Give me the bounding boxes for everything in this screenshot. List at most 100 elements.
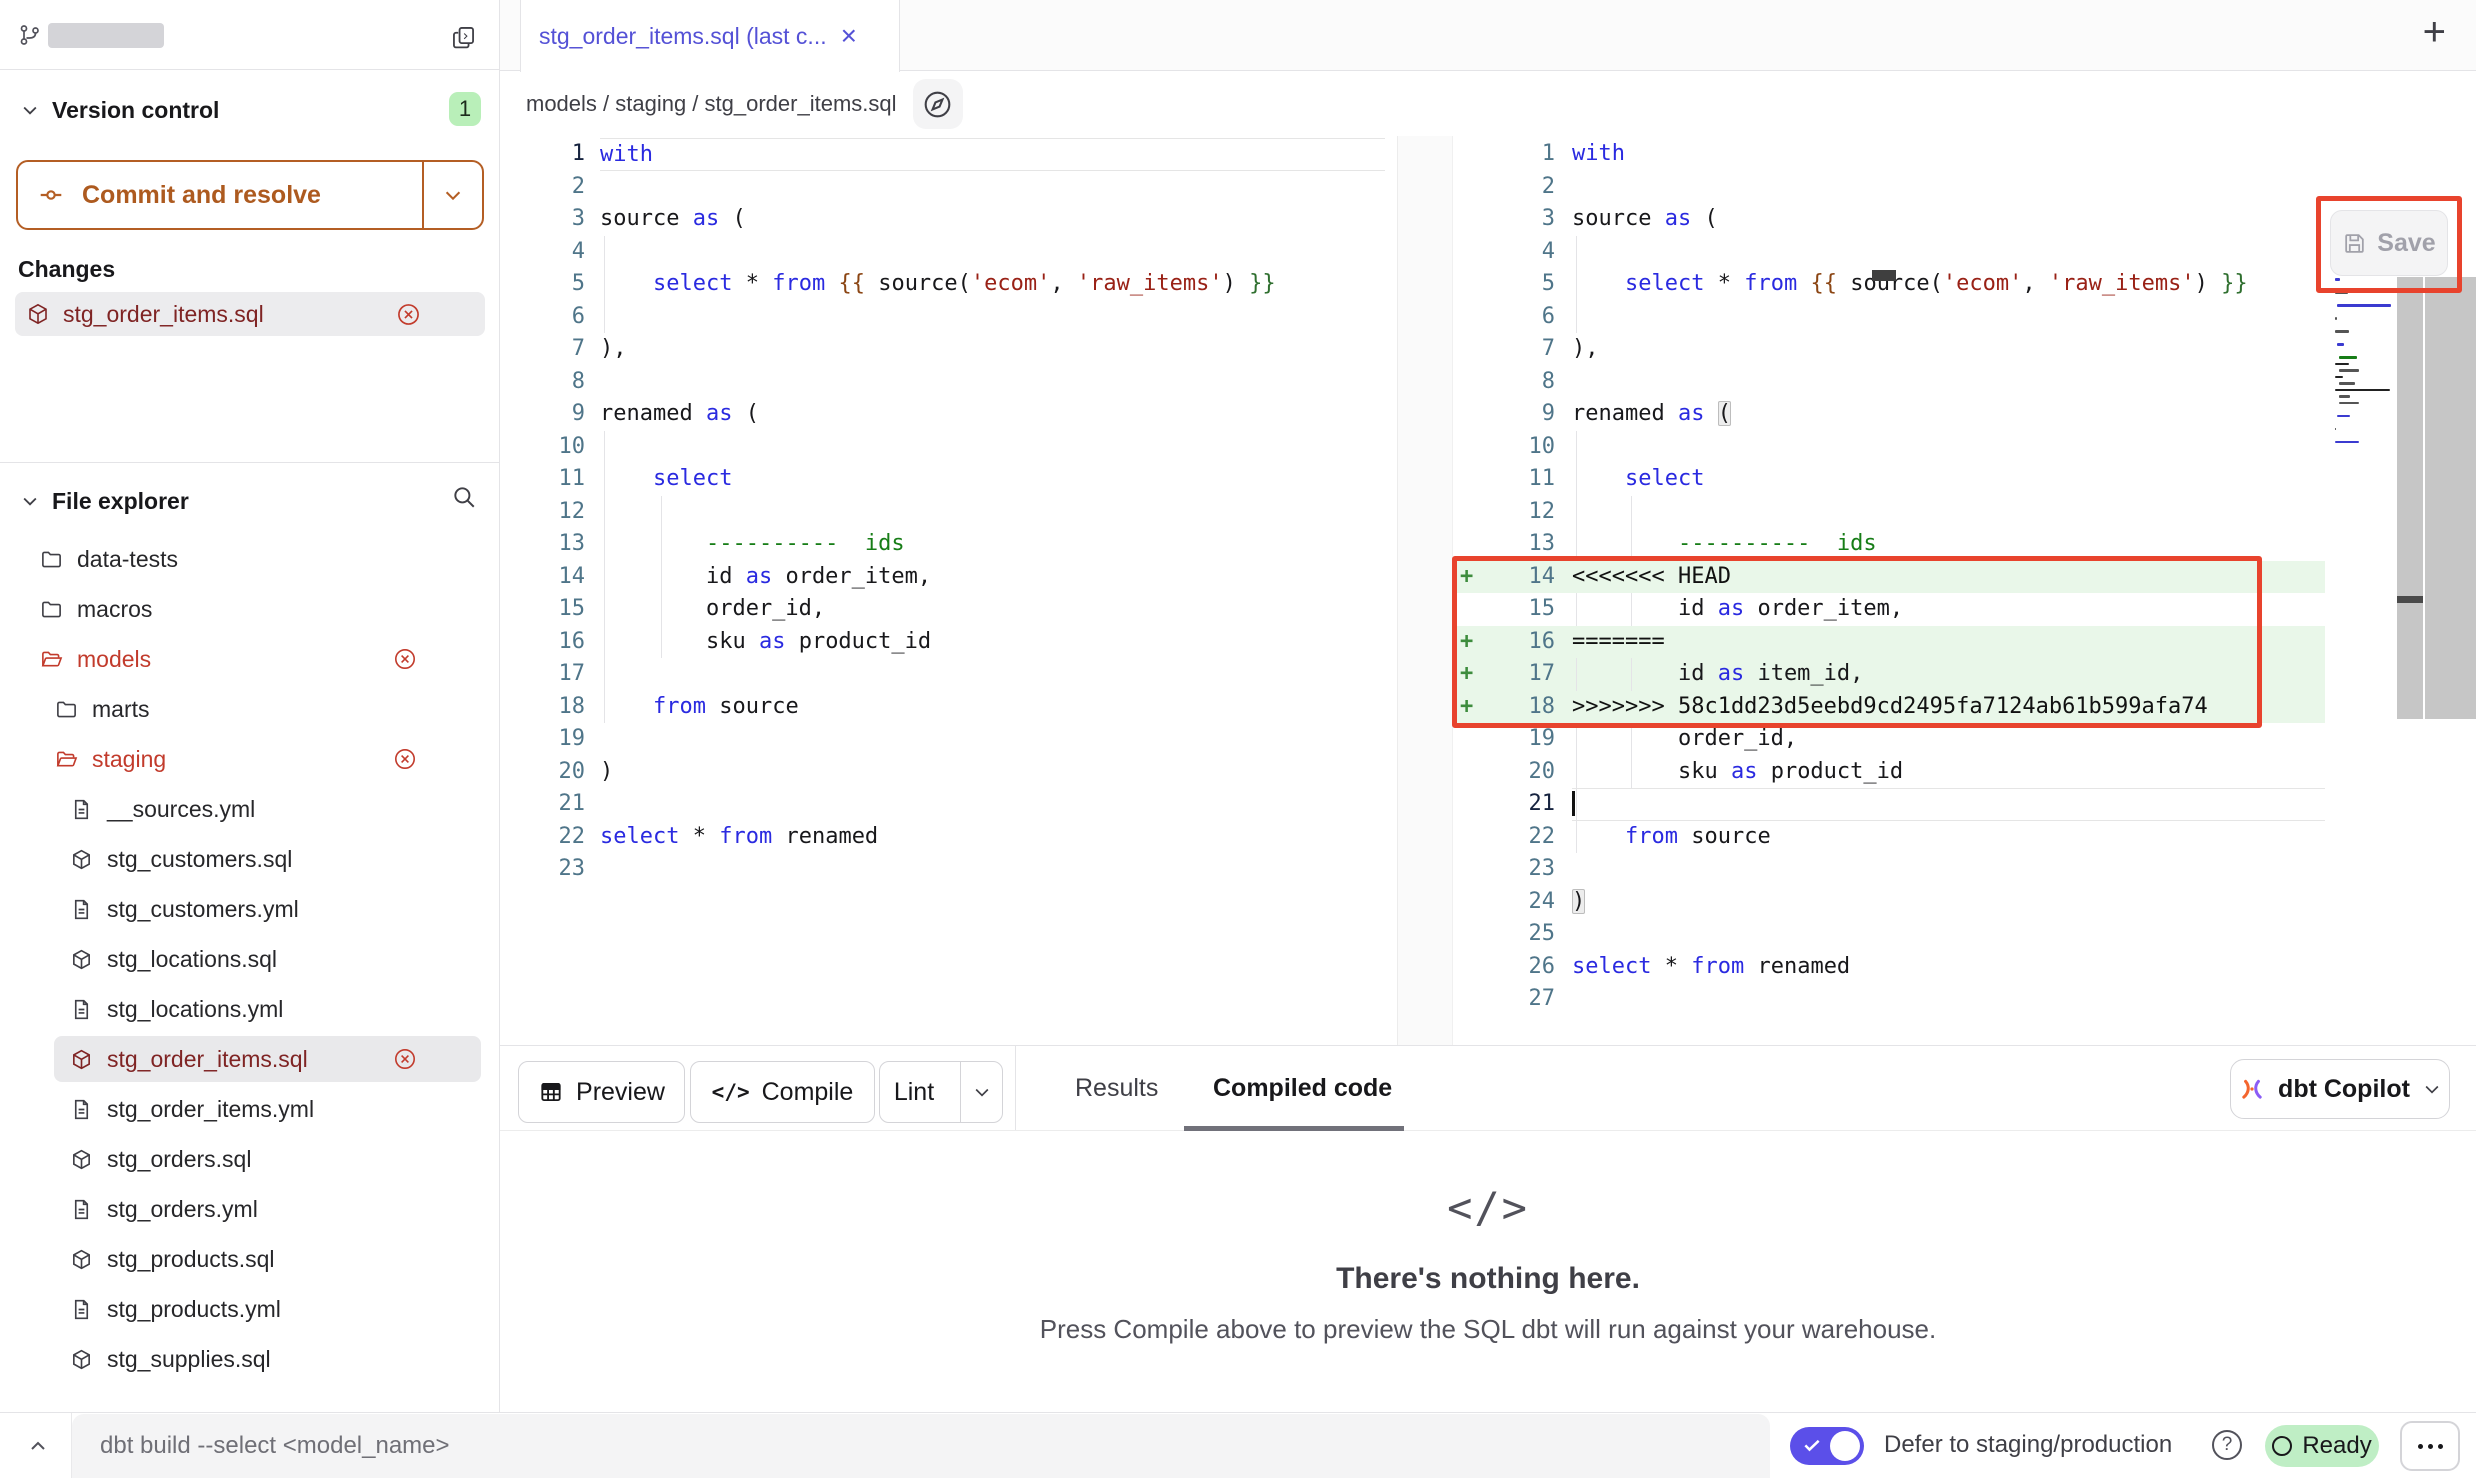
- code-line-6[interactable]: 6: [500, 301, 1397, 334]
- file-tree-item-data-tests[interactable]: data-tests: [0, 534, 499, 584]
- left-pane-scrollbar-thumb[interactable]: [1872, 270, 1896, 281]
- file-tree-item-macros[interactable]: macros: [0, 584, 499, 634]
- code-line-14[interactable]: 14 id as order_item,: [500, 561, 1397, 594]
- minimap[interactable]: [2335, 278, 2397, 478]
- minimap-scrollbar[interactable]: [2397, 277, 2423, 719]
- compile-button[interactable]: </> Compile: [690, 1061, 875, 1123]
- code-line-23[interactable]: 23: [1453, 853, 2325, 886]
- code-line-11[interactable]: 11 select: [1453, 463, 2325, 496]
- code-line-11[interactable]: 11 select: [500, 463, 1397, 496]
- code-line-27[interactable]: 27: [1453, 983, 2325, 1016]
- file-tree-item-stg-customers-yml[interactable]: stg_customers.yml: [0, 884, 499, 934]
- preview-button[interactable]: Preview: [518, 1061, 685, 1123]
- pane-divider[interactable]: [1397, 136, 1453, 1045]
- conflict-circle-x-icon[interactable]: [396, 302, 421, 327]
- changed-file-row[interactable]: stg_order_items.sql: [15, 292, 485, 336]
- file-tree-item-staging[interactable]: staging: [0, 734, 499, 784]
- code-line-22[interactable]: 22select * from renamed: [500, 821, 1397, 854]
- file-tree-item-stg-orders-yml[interactable]: stg_orders.yml: [0, 1184, 499, 1234]
- file-tree-item-stg-locations-sql[interactable]: stg_locations.sql: [0, 934, 499, 984]
- lineage-compass-icon[interactable]: [913, 79, 963, 129]
- code-line-8[interactable]: 8: [1453, 366, 2325, 399]
- scrollbar-thumb[interactable]: [2397, 596, 2423, 603]
- code-line-3[interactable]: 3source as (: [1453, 203, 2325, 236]
- search-icon[interactable]: [451, 484, 477, 510]
- code-line-19[interactable]: 19 order_id,: [1453, 723, 2325, 756]
- code-line-15[interactable]: 15 id as order_item,: [1453, 593, 2325, 626]
- conflict-circle-x-icon[interactable]: [393, 747, 417, 771]
- code-line-4[interactable]: 4: [1453, 236, 2325, 269]
- code-line-7[interactable]: 7),: [1453, 333, 2325, 366]
- save-button[interactable]: Save: [2330, 210, 2448, 276]
- code-line-19[interactable]: 19: [500, 723, 1397, 756]
- copy-docs-icon[interactable]: [450, 24, 477, 51]
- file-tree-item-stg-products-yml[interactable]: stg_products.yml: [0, 1284, 499, 1334]
- code-line-25[interactable]: 25: [1453, 918, 2325, 951]
- lint-options-chevron[interactable]: [960, 1062, 1002, 1122]
- code-line-8[interactable]: 8: [500, 366, 1397, 399]
- code-line-21[interactable]: 21: [500, 788, 1397, 821]
- editor-scrollbar[interactable]: [2425, 277, 2476, 719]
- code-line-20[interactable]: 20): [500, 756, 1397, 789]
- code-line-16[interactable]: +16=======: [1453, 626, 2325, 659]
- code-line-5[interactable]: 5 select * from {{ source('ecom', 'raw_i…: [500, 268, 1397, 301]
- code-line-17[interactable]: 17: [500, 658, 1397, 691]
- more-options-button[interactable]: [2400, 1421, 2460, 1471]
- file-tree-item-stg-order-items-sql[interactable]: stg_order_items.sql: [0, 1034, 499, 1084]
- code-line-22[interactable]: 22 from source: [1453, 821, 2325, 854]
- code-line-1[interactable]: 1with: [1453, 138, 2325, 171]
- file-tree-item-stg-orders-sql[interactable]: stg_orders.sql: [0, 1134, 499, 1184]
- help-icon[interactable]: ?: [2212, 1430, 2242, 1460]
- close-tab-icon[interactable]: ×: [841, 22, 857, 50]
- file-tree-item-stg-supplies-sql[interactable]: stg_supplies.sql: [0, 1334, 499, 1384]
- file-tree-item-marts[interactable]: marts: [0, 684, 499, 734]
- file-tree-item-stg-customers-sql[interactable]: stg_customers.sql: [0, 834, 499, 884]
- code-line-12[interactable]: 12: [1453, 496, 2325, 529]
- code-line-24[interactable]: 24): [1453, 886, 2325, 919]
- code-line-10[interactable]: 10: [1453, 431, 2325, 464]
- code-line-9[interactable]: 9renamed as (: [1453, 398, 2325, 431]
- code-line-6[interactable]: 6: [1453, 301, 2325, 334]
- code-line-4[interactable]: 4: [500, 236, 1397, 269]
- code-line-9[interactable]: 9renamed as (: [500, 398, 1397, 431]
- code-line-13[interactable]: 13 ---------- ids: [1453, 528, 2325, 561]
- code-line-16[interactable]: 16 sku as product_id: [500, 626, 1397, 659]
- code-line-20[interactable]: 20 sku as product_id: [1453, 756, 2325, 789]
- collapse-panel-chevron-icon[interactable]: [20, 1429, 56, 1465]
- lint-button[interactable]: Lint: [879, 1061, 1003, 1123]
- conflict-circle-x-icon[interactable]: [393, 1047, 417, 1071]
- code-line-3[interactable]: 3source as (: [500, 203, 1397, 236]
- file-tree-item-stg-order-items-yml[interactable]: stg_order_items.yml: [0, 1084, 499, 1134]
- dbt-copilot-button[interactable]: dbt Copilot: [2230, 1059, 2450, 1119]
- new-tab-icon[interactable]: +: [2423, 10, 2446, 55]
- code-line-17[interactable]: +17 id as item_id,: [1453, 658, 2325, 691]
- code-pane-left[interactable]: 1with23source as (45 select * from {{ so…: [500, 138, 1397, 886]
- code-line-2[interactable]: 2: [500, 171, 1397, 204]
- code-line-15[interactable]: 15 order_id,: [500, 593, 1397, 626]
- code-line-18[interactable]: 18 from source: [500, 691, 1397, 724]
- code-line-7[interactable]: 7),: [500, 333, 1397, 366]
- file-tree-item-stg-locations-yml[interactable]: stg_locations.yml: [0, 984, 499, 1034]
- code-line-21[interactable]: 21: [1453, 788, 2325, 821]
- code-line-18[interactable]: +18>>>>>>> 58c1dd23d5eebd9cd2495fa7124ab…: [1453, 691, 2325, 724]
- file-tree-item-models[interactable]: models: [0, 634, 499, 684]
- code-line-1[interactable]: 1with: [500, 138, 1397, 171]
- code-line-12[interactable]: 12: [500, 496, 1397, 529]
- commit-options-chevron[interactable]: [422, 162, 482, 228]
- git-branch-icon[interactable]: [18, 23, 42, 47]
- command-input[interactable]: [72, 1414, 1770, 1478]
- tab-stg-order-items[interactable]: stg_order_items.sql (last c... ×: [520, 0, 900, 72]
- code-line-2[interactable]: 2: [1453, 171, 2325, 204]
- tab-results[interactable]: Results: [1075, 1046, 1158, 1130]
- defer-toggle[interactable]: [1790, 1427, 1864, 1465]
- code-line-13[interactable]: 13 ---------- ids: [500, 528, 1397, 561]
- code-line-26[interactable]: 26select * from renamed: [1453, 951, 2325, 984]
- tab-compiled-code[interactable]: Compiled code: [1213, 1046, 1392, 1130]
- file-tree-item--sources-yml[interactable]: __sources.yml: [0, 784, 499, 834]
- file-tree-item-stg-products-sql[interactable]: stg_products.sql: [0, 1234, 499, 1284]
- code-line-10[interactable]: 10: [500, 431, 1397, 464]
- code-line-23[interactable]: 23: [500, 853, 1397, 886]
- chevron-down-icon[interactable]: [20, 491, 40, 511]
- conflict-circle-x-icon[interactable]: [393, 647, 417, 671]
- code-line-14[interactable]: +14<<<<<<< HEAD: [1453, 561, 2325, 594]
